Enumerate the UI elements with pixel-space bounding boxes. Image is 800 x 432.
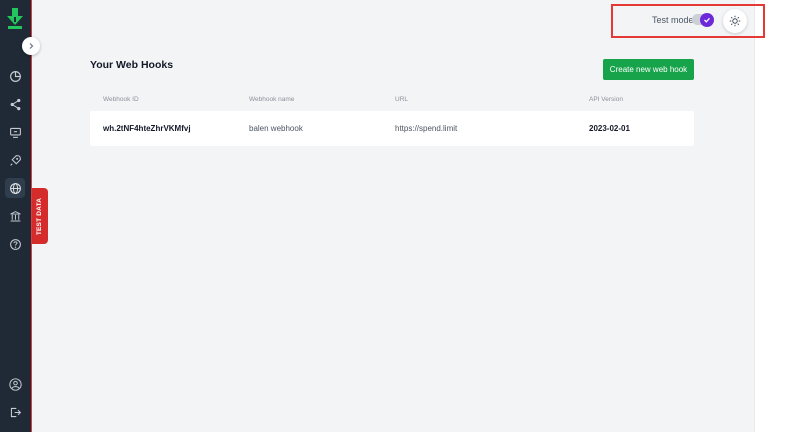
test-data-tab[interactable]: TEST DATA xyxy=(32,188,48,244)
page-title: Your Web Hooks xyxy=(90,59,174,71)
globe-icon[interactable] xyxy=(5,178,25,198)
column-header-webhook-name: Webhook name xyxy=(249,96,295,103)
bank-icon[interactable] xyxy=(5,206,25,226)
create-webhook-button[interactable]: Create new web hook xyxy=(603,59,694,80)
help-icon[interactable] xyxy=(5,234,25,254)
test-mode-label: Test mode xyxy=(652,15,694,25)
api-version-cell: 2023-02-01 xyxy=(589,124,630,133)
pie-chart-icon[interactable] xyxy=(5,66,25,86)
rocket-icon[interactable] xyxy=(5,150,25,170)
column-header-webhook-id: Webhook ID xyxy=(103,96,139,103)
theme-toggle-button[interactable] xyxy=(723,9,747,33)
webhook-url-cell: https://spend.limit xyxy=(395,124,458,133)
check-icon xyxy=(700,12,714,27)
test-mode-toggle[interactable] xyxy=(692,12,714,27)
right-panel xyxy=(754,0,800,432)
sidebar xyxy=(0,0,32,432)
test-data-label: TEST DATA xyxy=(36,197,44,235)
webhook-id-cell: wh.2tNF4hteZhrVKMfvj xyxy=(103,124,191,133)
sidebar-collapse-button[interactable] xyxy=(22,37,40,55)
sun-icon xyxy=(729,15,741,27)
webhook-name-cell: balen webhook xyxy=(249,124,303,133)
chevron-right-icon xyxy=(29,43,34,49)
share-icon[interactable] xyxy=(5,94,25,114)
logo-icon[interactable] xyxy=(6,8,24,30)
logout-icon[interactable] xyxy=(5,402,25,422)
column-header-url: URL xyxy=(395,96,409,103)
monitor-icon[interactable] xyxy=(5,122,25,142)
user-icon[interactable] xyxy=(5,374,25,394)
column-header-api-version: API Version xyxy=(589,96,623,103)
